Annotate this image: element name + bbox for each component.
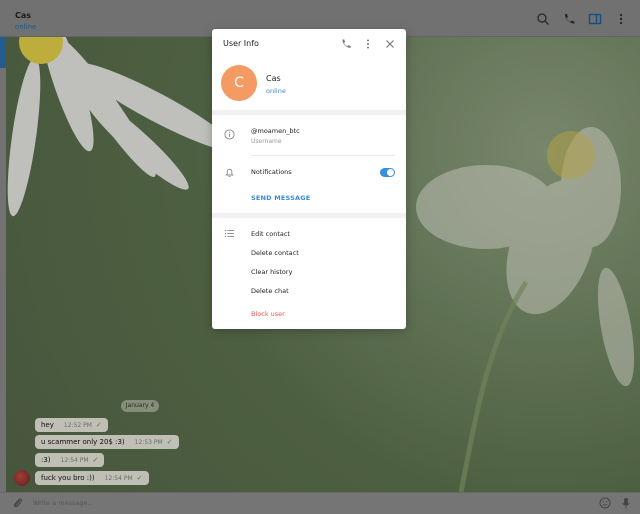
send-message-button[interactable]: SEND MESSAGE xyxy=(251,194,310,202)
user-info-dialog: User Info C Cas online @moamen_btc Usern… xyxy=(212,29,406,329)
dialog-title: User Info xyxy=(223,39,259,48)
notifications-label: Notifications xyxy=(251,168,292,176)
dialog-header: User Info xyxy=(212,29,406,59)
call-icon[interactable] xyxy=(340,38,352,50)
telegram-window: Cas online January 4 hey 12:52 PM ✓ u sc… xyxy=(0,0,640,514)
close-icon[interactable] xyxy=(384,38,396,50)
more-icon[interactable] xyxy=(362,38,374,50)
profile-name: Cas xyxy=(266,74,281,83)
username-row[interactable]: @moamen_btc Username xyxy=(212,115,406,155)
username-caption: Username xyxy=(251,138,282,145)
notifications-row[interactable]: Notifications xyxy=(212,159,406,187)
section-divider xyxy=(212,213,406,218)
delete-chat-button[interactable]: Delete chat xyxy=(251,287,289,295)
block-user-button[interactable]: Block user xyxy=(251,310,285,318)
info-icon xyxy=(224,129,235,140)
username-value: @moamen_btc xyxy=(251,127,300,135)
row-divider xyxy=(251,155,395,156)
edit-contact-button[interactable]: Edit contact xyxy=(251,230,290,238)
delete-contact-button[interactable]: Delete contact xyxy=(251,249,299,257)
notifications-toggle[interactable] xyxy=(380,168,395,177)
profile-status: online xyxy=(266,87,286,95)
clear-history-button[interactable]: Clear history xyxy=(251,268,292,276)
profile-avatar[interactable]: C xyxy=(221,65,257,101)
bell-icon xyxy=(225,168,234,177)
list-icon xyxy=(224,229,234,238)
toggle-knob xyxy=(387,169,394,176)
